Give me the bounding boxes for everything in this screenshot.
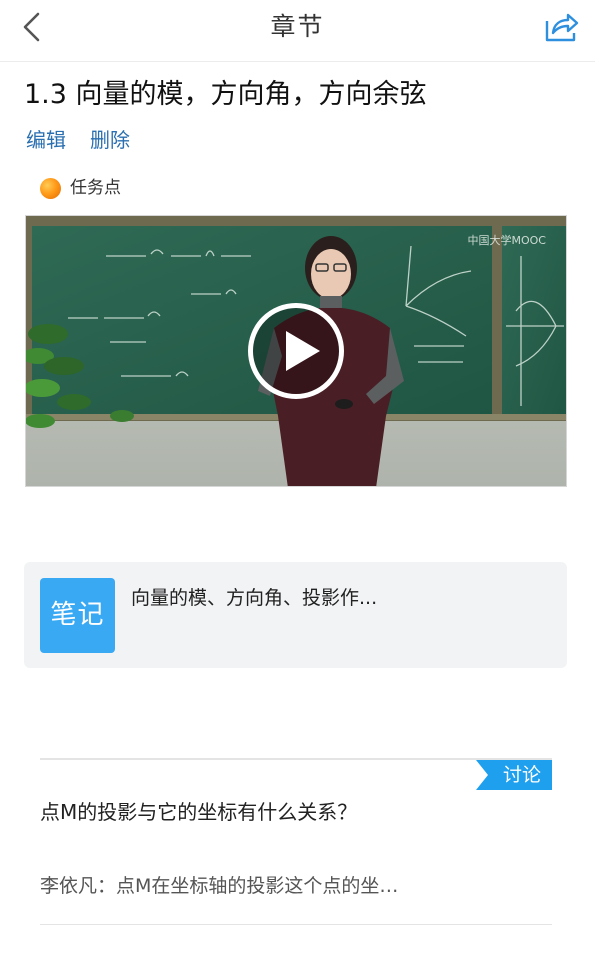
chapter-actions: 编辑 删除	[26, 124, 130, 156]
page-title: 章节	[270, 12, 325, 41]
discussion-question: 点M的投影与它的坐标有什么关系？	[40, 800, 358, 824]
share-icon	[545, 13, 579, 42]
task-point-dot-icon	[40, 177, 61, 199]
chapter-title: 1.3 向量的模，方向角，方向余弦	[24, 79, 427, 110]
play-button[interactable]	[248, 303, 344, 399]
task-point-label: 任务点	[70, 178, 121, 198]
video-player[interactable]: 中国大学MOOC	[25, 215, 567, 487]
note-badge: 笔记	[40, 578, 115, 653]
delete-link[interactable]: 删除	[90, 124, 130, 156]
edit-link[interactable]: 编辑	[26, 124, 66, 156]
discussion-tag: 讨论	[476, 760, 552, 790]
video-watermark: 中国大学MOOC	[467, 234, 547, 247]
note-text: 向量的模、方向角、投影作...	[131, 587, 378, 609]
navbar: 章节	[0, 0, 595, 62]
share-button[interactable]	[541, 9, 581, 45]
play-icon	[286, 331, 320, 371]
task-point: 任务点	[40, 175, 121, 201]
discussion-card[interactable]: 讨论 点M的投影与它的坐标有什么关系？ 李依凡：点M在坐标轴的投影这个点的坐…	[40, 758, 552, 925]
note-card[interactable]: 笔记 向量的模、方向角、投影作...	[24, 562, 567, 668]
discussion-reply: 李依凡：点M在坐标轴的投影这个点的坐…	[40, 875, 399, 897]
